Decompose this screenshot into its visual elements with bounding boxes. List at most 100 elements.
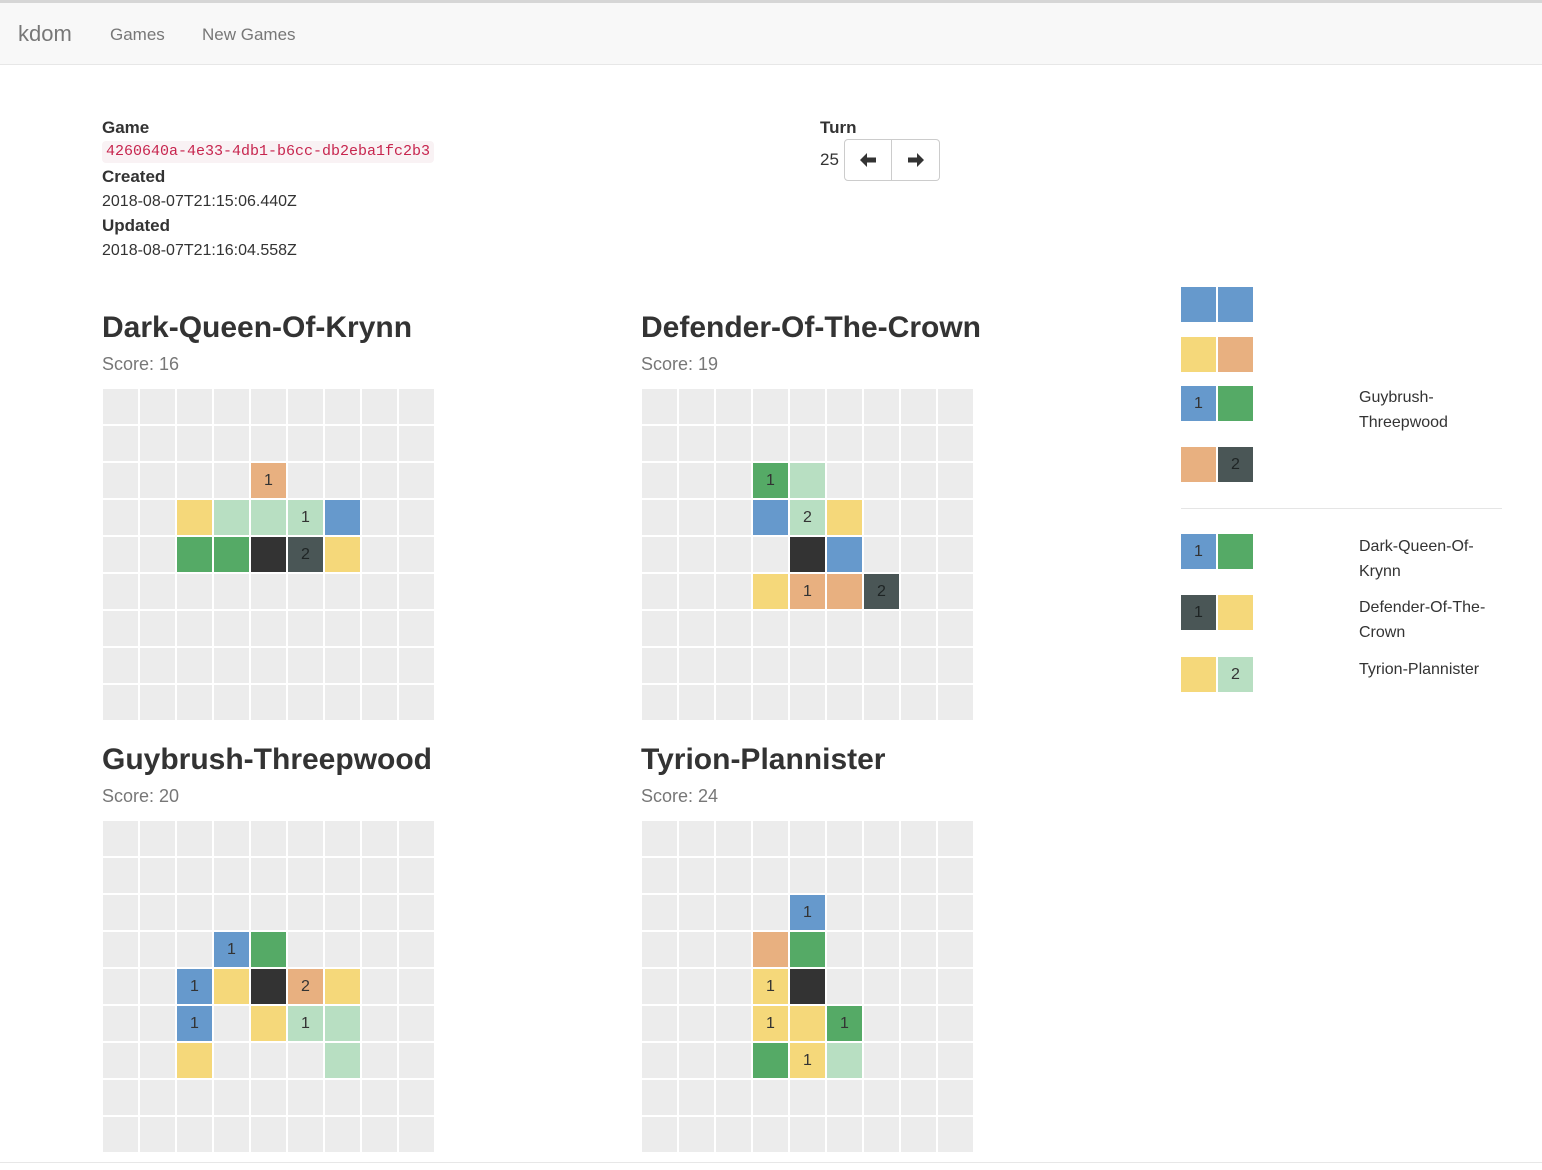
empty-cell — [399, 1080, 434, 1115]
empty-cell — [140, 648, 175, 683]
empty-cell — [716, 463, 751, 498]
empty-cell — [679, 611, 714, 646]
upcoming-domino[interactable] — [1181, 287, 1253, 322]
draft-divider — [1181, 508, 1502, 509]
empty-cell — [901, 611, 936, 646]
empty-cell — [938, 611, 973, 646]
terrain-tile — [251, 500, 286, 535]
empty-cell — [753, 389, 788, 424]
empty-cell — [753, 1080, 788, 1115]
terrain-tile — [325, 500, 360, 535]
empty-cell — [790, 611, 825, 646]
terrain-tile — [325, 969, 360, 1004]
empty-cell — [177, 932, 212, 967]
empty-cell — [214, 685, 249, 720]
terrain-tile — [177, 537, 212, 572]
empty-cell — [938, 1117, 973, 1152]
empty-cell — [716, 969, 751, 1004]
empty-cell — [399, 685, 434, 720]
empty-cell — [103, 574, 138, 609]
player-score-defender: Score: 19 — [641, 354, 719, 374]
empty-cell — [642, 858, 677, 893]
empty-cell — [679, 895, 714, 930]
empty-cell — [827, 426, 862, 461]
empty-cell — [827, 389, 862, 424]
empty-cell — [251, 1043, 286, 1078]
empty-cell — [827, 463, 862, 498]
empty-cell — [140, 1006, 175, 1041]
empty-cell — [901, 389, 936, 424]
domino-half: 1 — [1181, 595, 1216, 630]
upcoming-domino[interactable]: 1 — [1181, 386, 1253, 421]
empty-cell — [679, 821, 714, 856]
empty-cell — [642, 969, 677, 1004]
terrain-tile — [827, 1043, 862, 1078]
empty-cell — [288, 611, 323, 646]
terrain-tile: 1 — [177, 1006, 212, 1041]
empty-cell — [642, 611, 677, 646]
arrow-left-icon — [860, 153, 876, 167]
empty-cell — [716, 685, 751, 720]
nav-games-link[interactable]: Games — [110, 25, 165, 45]
next-turn-button[interactable] — [892, 139, 940, 181]
empty-cell — [288, 389, 323, 424]
empty-cell — [362, 685, 397, 720]
empty-cell — [177, 821, 212, 856]
empty-cell — [901, 1117, 936, 1152]
empty-cell — [901, 500, 936, 535]
empty-cell — [251, 685, 286, 720]
empty-cell — [642, 574, 677, 609]
terrain-tile — [251, 1006, 286, 1041]
terrain-tile: 2 — [864, 574, 899, 609]
player-score-guybrush: Score: 20 — [102, 786, 180, 806]
empty-cell — [177, 895, 212, 930]
empty-cell — [214, 1080, 249, 1115]
upcoming-domino[interactable]: 2 — [1181, 447, 1253, 482]
empty-cell — [399, 426, 434, 461]
empty-cell — [679, 685, 714, 720]
terrain-tile — [251, 932, 286, 967]
terrain-tile — [790, 537, 825, 572]
brand-link[interactable]: kdom — [18, 21, 72, 47]
previous-turn-button[interactable] — [844, 139, 892, 181]
empty-cell — [864, 685, 899, 720]
empty-cell — [214, 389, 249, 424]
empty-cell — [901, 537, 936, 572]
empty-cell — [399, 500, 434, 535]
terrain-tile — [214, 500, 249, 535]
empty-cell — [177, 426, 212, 461]
empty-cell — [864, 1080, 899, 1115]
empty-cell — [938, 389, 973, 424]
empty-cell — [827, 648, 862, 683]
empty-cell — [103, 821, 138, 856]
empty-cell — [864, 389, 899, 424]
upcoming-domino[interactable] — [1181, 337, 1253, 372]
empty-cell — [938, 1080, 973, 1115]
empty-cell — [642, 463, 677, 498]
player-score-tyrion: Score: 24 — [641, 786, 719, 806]
empty-cell — [214, 895, 249, 930]
empty-cell — [140, 932, 175, 967]
empty-cell — [177, 685, 212, 720]
domino-half: 2 — [1218, 447, 1253, 482]
empty-cell — [362, 537, 397, 572]
empty-cell — [214, 1006, 249, 1041]
empty-cell — [214, 648, 249, 683]
empty-cell — [938, 969, 973, 1004]
empty-cell — [140, 537, 175, 572]
terrain-tile: 1 — [251, 463, 286, 498]
updated-label: Updated — [102, 216, 170, 235]
empty-cell — [679, 1043, 714, 1078]
empty-cell — [864, 821, 899, 856]
empty-cell — [827, 821, 862, 856]
terrain-tile — [251, 969, 286, 1004]
empty-cell — [288, 1043, 323, 1078]
bottom-border — [0, 1162, 1542, 1163]
terrain-tile — [790, 932, 825, 967]
empty-cell — [753, 611, 788, 646]
domino-half — [1181, 287, 1216, 322]
terrain-tile: 1 — [177, 969, 212, 1004]
empty-cell — [288, 426, 323, 461]
nav-new-games-link[interactable]: New Games — [202, 25, 296, 45]
terrain-tile — [827, 574, 862, 609]
